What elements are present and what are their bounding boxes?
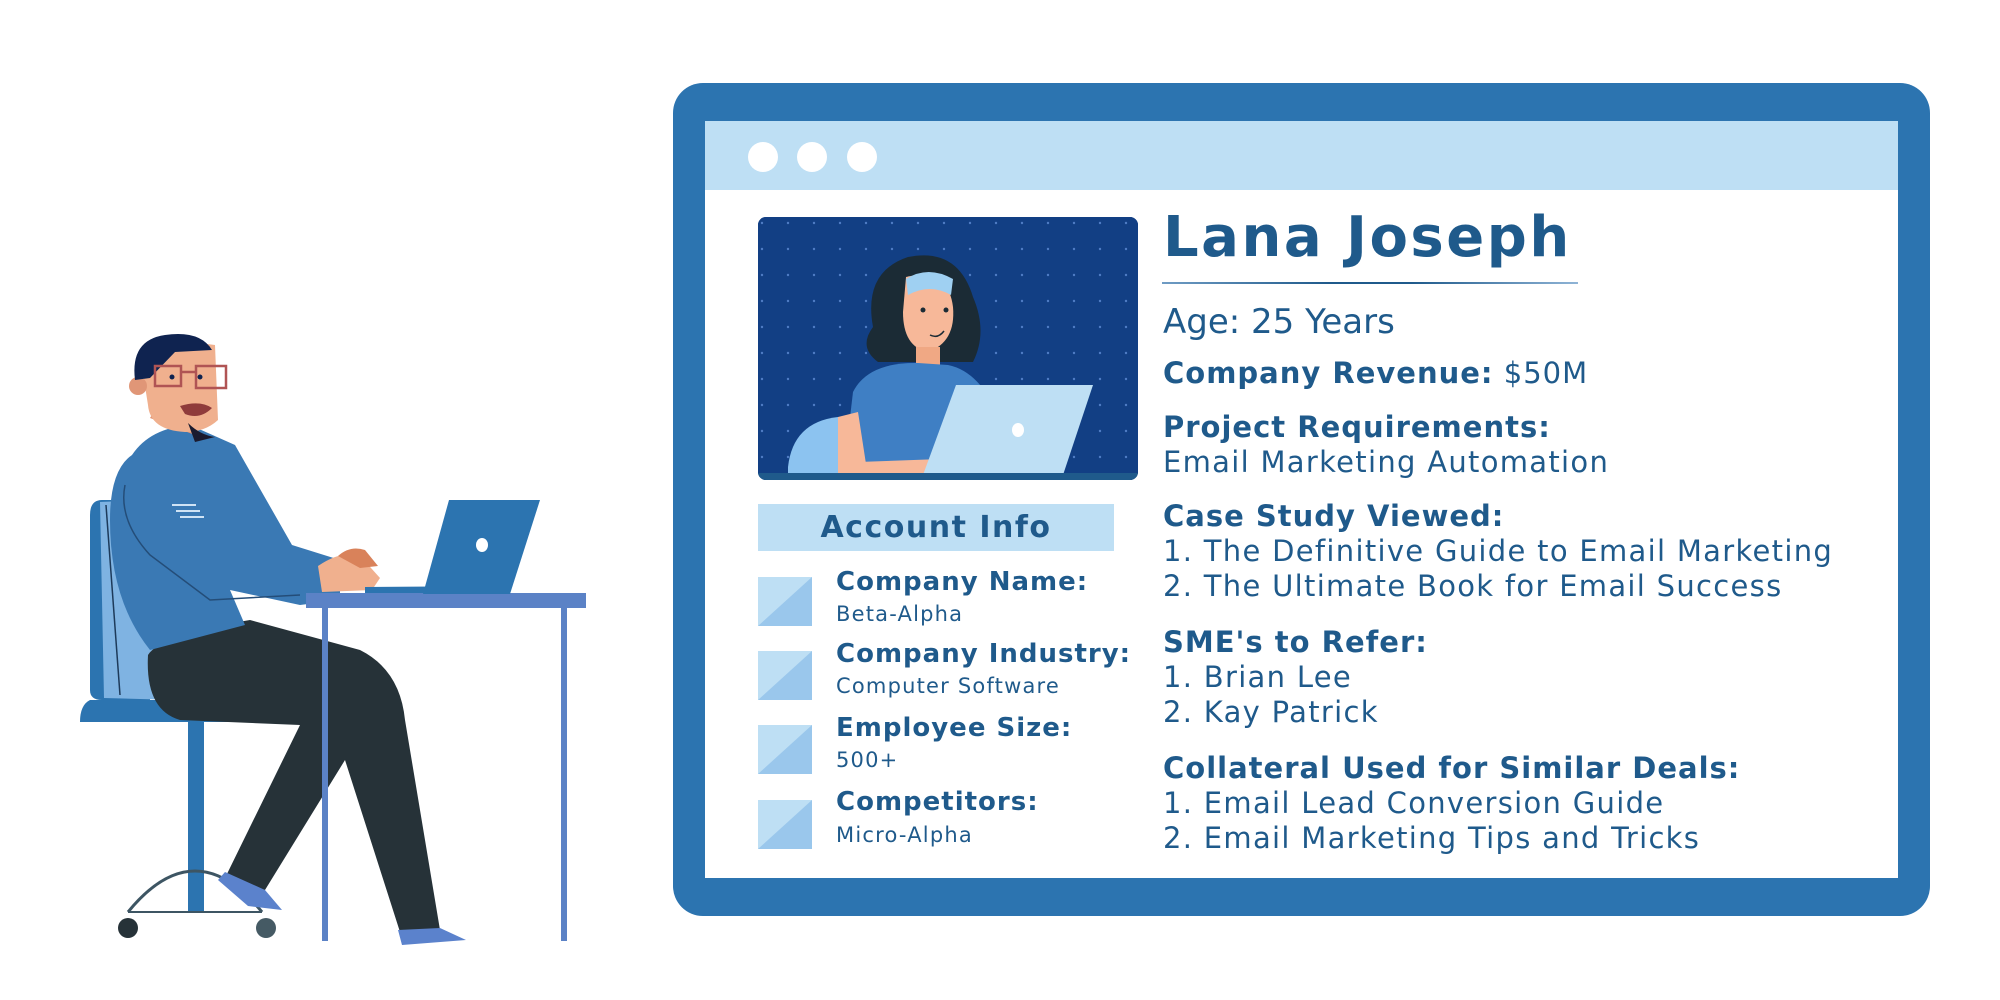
browser-title-bar: [705, 121, 1898, 190]
competitors-label: Competitors:: [836, 787, 1039, 817]
employee-size-label: Employee Size:: [836, 713, 1073, 743]
case-study-item: 1. The Definitive Guide to Email Marketi…: [1163, 534, 1834, 568]
account-info-header: Account Info: [758, 504, 1114, 551]
man-at-desk-illustration: [80, 334, 586, 945]
company-revenue: Company Revenue: $50M: [1163, 356, 1588, 390]
employee-size-value: 500+: [836, 748, 899, 772]
field-icon: [758, 725, 812, 774]
man-head: [129, 334, 228, 442]
field-icon: [758, 577, 812, 626]
field-icon: [758, 800, 812, 849]
woman-with-laptop-illustration: [758, 217, 1138, 480]
profile-avatar: [758, 217, 1138, 480]
laptop: [365, 500, 540, 594]
case-study-item: 2. The Ultimate Book for Email Success: [1163, 569, 1783, 603]
window-dot-icon[interactable]: [748, 142, 778, 172]
name-divider: [1162, 282, 1578, 284]
company-name-value: Beta-Alpha: [836, 602, 964, 626]
project-requirements-label: Project Requirements:: [1163, 410, 1551, 444]
company-industry-label: Company Industry:: [836, 639, 1132, 669]
company-industry-value: Computer Software: [836, 674, 1061, 698]
window-dot-icon[interactable]: [797, 142, 827, 172]
project-requirements-value: Email Marketing Automation: [1163, 445, 1610, 479]
sme-item: 1. Brian Lee: [1163, 660, 1353, 694]
case-study-label: Case Study Viewed:: [1163, 499, 1505, 533]
window-dot-icon[interactable]: [847, 142, 877, 172]
sme-label: SME's to Refer:: [1163, 625, 1428, 659]
collateral-label: Collateral Used for Similar Deals:: [1163, 751, 1741, 785]
collateral-item: 2. Email Marketing Tips and Tricks: [1163, 821, 1701, 855]
collateral-item: 1. Email Lead Conversion Guide: [1163, 786, 1665, 820]
competitors-value: Micro-Alpha: [836, 823, 973, 847]
man-shoe: [398, 928, 466, 945]
company-revenue-value: $50M: [1503, 356, 1589, 390]
field-icon: [758, 651, 812, 700]
sme-item: 2. Kay Patrick: [1163, 695, 1379, 729]
company-revenue-label: Company Revenue:: [1163, 356, 1494, 390]
profile-name: Lana Joseph: [1163, 205, 1572, 270]
company-name-label: Company Name:: [836, 567, 1089, 597]
profile-age: Age: 25 Years: [1163, 302, 1395, 342]
man-torso: [110, 425, 340, 650]
